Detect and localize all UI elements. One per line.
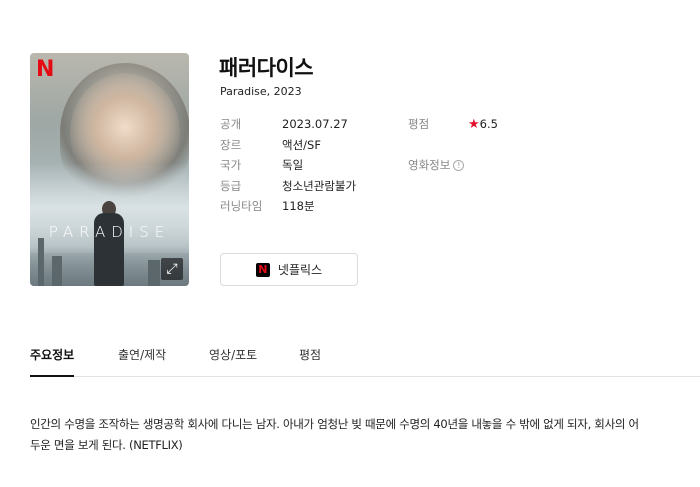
star-icon: ★ [468,117,480,132]
tab-reviews[interactable]: 평점 [299,346,321,376]
netflix-logo-icon: N [255,262,270,277]
tab-cast-crew[interactable]: 출연/제작 [118,346,166,376]
detail-value-country: 독일 [282,158,304,172]
detail-value-rating-class: 청소년관람불가 [282,178,357,193]
detail-value-score: 6.5 [479,117,498,131]
poster-art-tower [38,238,44,286]
detail-label-score: 평점 [408,117,430,131]
score-value: ★6.5 [468,114,498,135]
page-title: 패러다이스 [219,56,314,80]
movie-subtitle: Paradise, 2023 [220,85,302,98]
poster-art-building [148,260,160,286]
detail-label-genre: 장르 [220,137,242,152]
poster-art-building [52,256,62,286]
info-icon[interactable]: ! [453,160,465,171]
tab-main-info[interactable]: 주요정보 [30,346,75,377]
expand-icon[interactable]: ⤢ [161,258,183,280]
netflix-logo-icon: N [36,57,55,82]
movie-info-link[interactable]: 영화정보! [408,155,465,176]
detail-value-runtime: 118분 [282,199,315,213]
detail-label-runtime: 러닝타임 [220,199,263,213]
detail-label-country: 국가 [220,158,242,172]
details-labels: 공개 장르 국가 등급 러닝타임 [220,114,262,217]
watch-netflix-button[interactable]: N 넷플릭스 [220,253,358,286]
detail-tabs: 주요정보 출연/제작 영상/포토 평점 [30,340,700,377]
movie-poster[interactable]: N PARADISE ⤢ [30,53,189,286]
movie-description: 인간의 수명을 조작하는 생명공학 회사에 다니는 남자. 아내가 엄청난 빚 … [30,417,639,452]
tab-video-photo[interactable]: 영상/포토 [209,346,257,376]
detail-label-rating-class: 등급 [220,178,242,193]
poster-title-text: PARADISE [48,223,171,241]
detail-value-genre: 액션/SF [282,137,321,152]
details-values: 2023.07.27 액션/SF 독일 청소년관람불가 118분 [282,114,356,217]
watch-netflix-label: 넷플릭스 [277,263,323,277]
movie-info-label: 영화정보 [408,158,451,172]
detail-label-release: 공개 [220,117,242,131]
detail-value-release: 2023.07.27 [282,117,348,131]
details-labels-right: 평점 영화정보! [408,114,465,176]
